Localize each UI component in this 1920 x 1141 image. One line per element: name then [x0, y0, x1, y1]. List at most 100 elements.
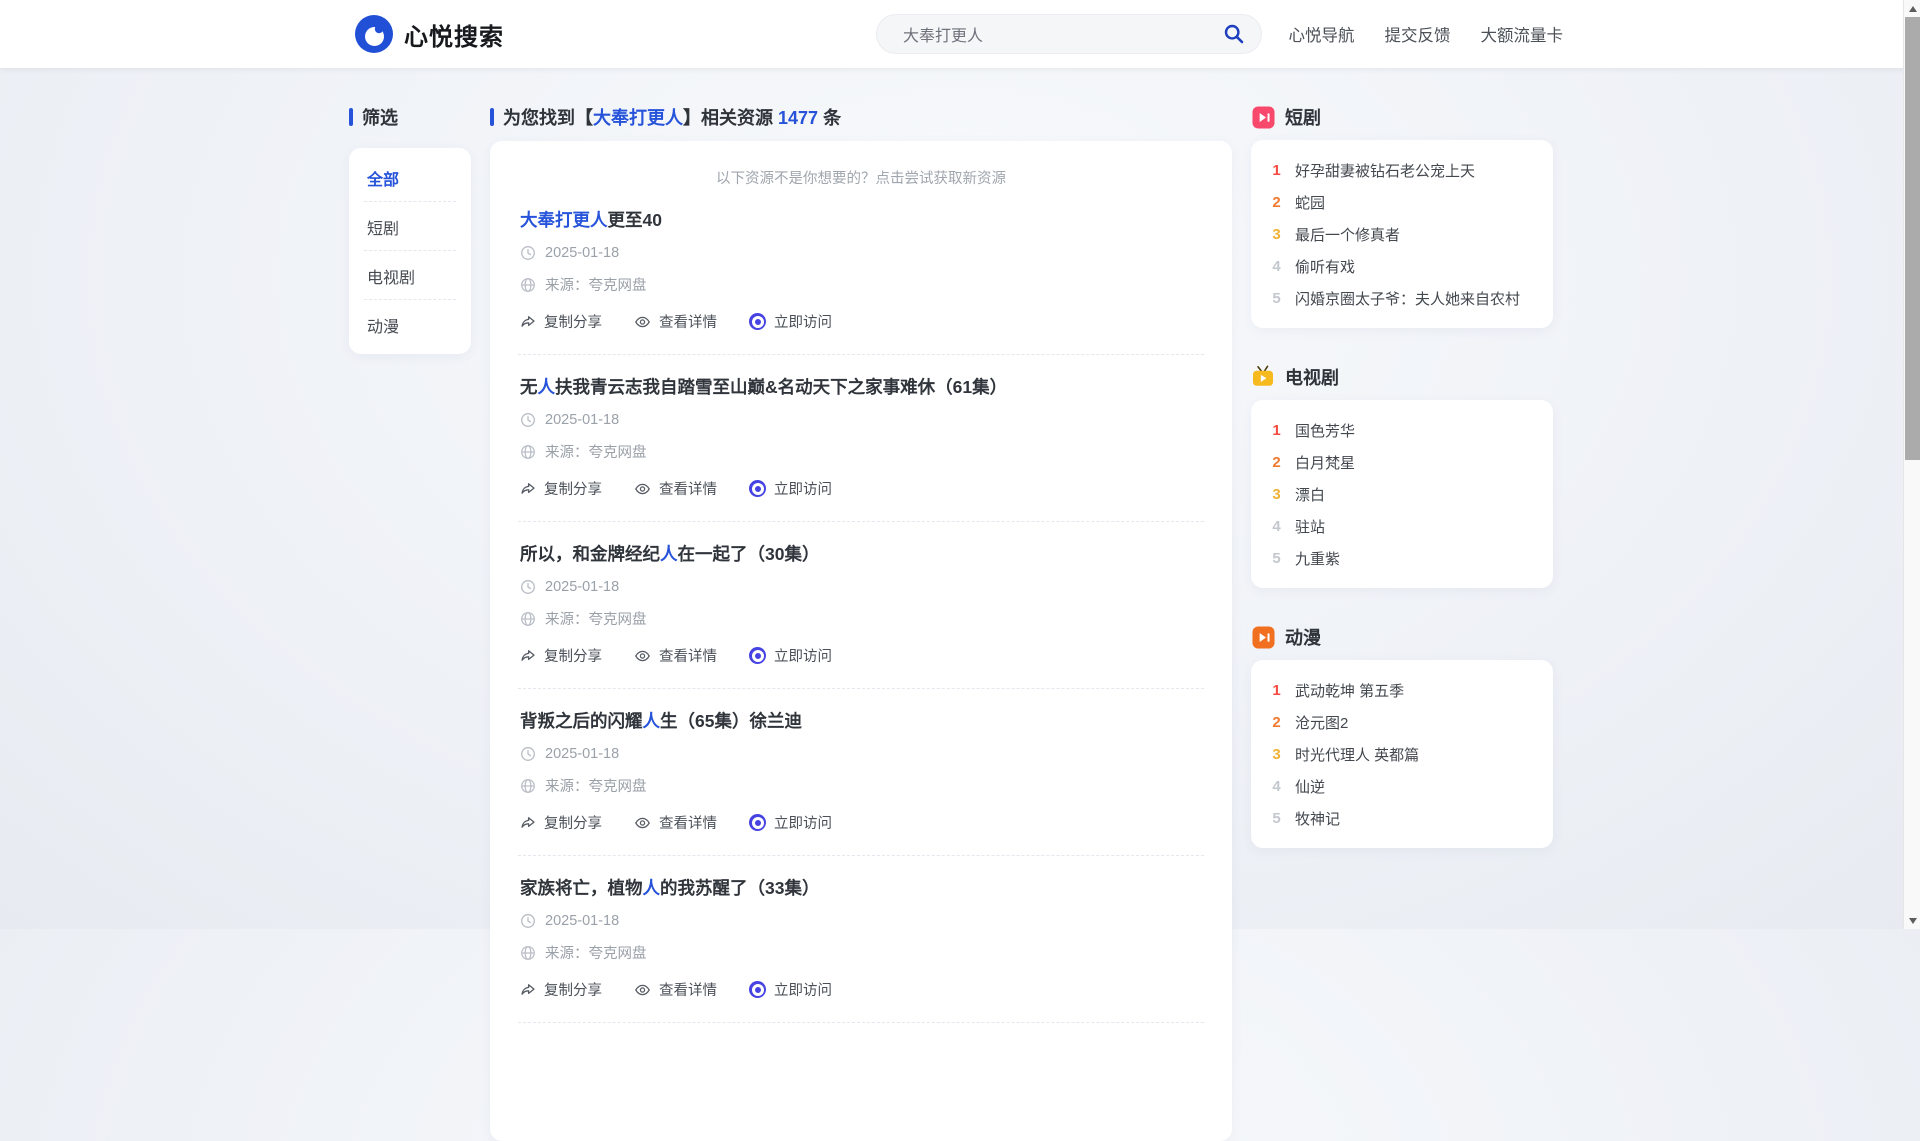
rank-list-item[interactable]: 4 仙逆: [1251, 770, 1553, 802]
copy-share-button[interactable]: 复制分享: [520, 311, 602, 332]
result-date: 2025-01-18: [545, 913, 619, 929]
rank-number: 1: [1271, 682, 1282, 699]
copy-share-button[interactable]: 复制分享: [520, 812, 602, 833]
clock-icon: [520, 913, 536, 929]
result-title[interactable]: 所以，和金牌经纪人在一起了（30集）: [520, 542, 1202, 566]
result-source: 来源：夸克网盘: [545, 942, 647, 963]
result-title[interactable]: 无人扶我青云志我自踏雪至山巅&名动天下之家事难休（61集）: [520, 375, 1202, 399]
result-actions: 复制分享 查看详情 立即访问: [520, 645, 1202, 666]
filter-item-动漫[interactable]: 动漫: [349, 300, 471, 349]
result-item: 大奉打更人更至40 2025-01-18 来源：夸克网盘 复制分享: [518, 192, 1204, 355]
rank-number: 4: [1271, 258, 1282, 275]
filter-item-label: 全部: [367, 166, 399, 190]
result-item: 家族将亡，植物人的我苏醒了（33集） 2025-01-18 来源：夸克网盘 复制…: [518, 856, 1204, 1023]
rank-item-title: 牧神记: [1295, 808, 1340, 829]
results-headline-suffix: 条: [818, 108, 841, 128]
share-icon: [520, 648, 536, 664]
visit-now-button[interactable]: 立即访问: [749, 645, 832, 666]
rank-list-item[interactable]: 1 武动乾坤 第五季: [1251, 674, 1553, 706]
rank-item-title: 白月梵星: [1295, 452, 1355, 473]
view-detail-button[interactable]: 查看详情: [634, 311, 717, 332]
search-input[interactable]: [901, 24, 1219, 44]
rank-list-item[interactable]: 5 牧神记: [1251, 802, 1553, 834]
globe-icon: [520, 778, 536, 794]
rank-list-item[interactable]: 3 漂白: [1251, 478, 1553, 510]
clock-icon: [520, 412, 536, 428]
filter-item-短剧[interactable]: 短剧: [349, 202, 471, 251]
filter-item-label: 短剧: [367, 215, 399, 239]
result-source-row: 来源：夸克网盘: [520, 942, 1202, 963]
result-item: 背叛之后的闪耀人生（65集）徐兰迪 2025-01-18 来源：夸克网盘 复制分…: [518, 689, 1204, 856]
rank-item-title: 好孕甜妻被钻石老公宠上天: [1295, 160, 1475, 181]
copy-share-button[interactable]: 复制分享: [520, 979, 602, 1000]
result-actions: 复制分享 查看详情 立即访问: [520, 812, 1202, 833]
nav-link-navigation[interactable]: 心悦导航: [1289, 22, 1355, 46]
nav-link-data-card[interactable]: 大额流量卡: [1481, 22, 1564, 46]
filter-item-全部[interactable]: 全部: [349, 153, 471, 202]
refresh-notice[interactable]: 以下资源不是你想要的？点击尝试获取新资源: [518, 167, 1204, 188]
copy-share-button[interactable]: 复制分享: [520, 645, 602, 666]
rank-list-item[interactable]: 3 时光代理人 英都篇: [1251, 738, 1553, 770]
rank-list-item[interactable]: 1 国色芳华: [1251, 414, 1553, 446]
rank-list-item[interactable]: 4 偷听有戏: [1251, 250, 1553, 282]
short-drama-play-icon: [1251, 105, 1275, 129]
eye-icon: [634, 648, 651, 664]
filter-item-电视剧[interactable]: 电视剧: [349, 251, 471, 300]
visit-now-button[interactable]: 立即访问: [749, 812, 832, 833]
copy-share-button[interactable]: 复制分享: [520, 478, 602, 499]
result-actions: 复制分享 查看详情 立即访问: [520, 979, 1202, 1000]
visit-icon: [749, 480, 766, 497]
brand-logo[interactable]: 心悦搜索: [355, 14, 504, 54]
visit-now-button[interactable]: 立即访问: [749, 311, 832, 332]
copy-share-label: 复制分享: [544, 311, 602, 332]
rank-list-item[interactable]: 4 驻站: [1251, 510, 1553, 542]
rank-group-header: 短剧: [1251, 104, 1553, 130]
globe-icon: [520, 277, 536, 293]
result-title[interactable]: 背叛之后的闪耀人生（65集）徐兰迪: [520, 709, 1202, 733]
scrollbar-down-arrow-icon[interactable]: [1904, 912, 1920, 929]
visit-now-label: 立即访问: [774, 979, 832, 1000]
results-headline-prefix: 为您找到【: [503, 108, 593, 128]
view-detail-button[interactable]: 查看详情: [634, 812, 717, 833]
rank-number: 3: [1271, 746, 1282, 763]
view-detail-button[interactable]: 查看详情: [634, 478, 717, 499]
result-date-row: 2025-01-18: [520, 245, 1202, 261]
search-button[interactable]: [1219, 19, 1249, 49]
top-nav: 心悦导航 提交反馈 大额流量卡: [1289, 0, 1564, 68]
rank-item-title: 九重紫: [1295, 548, 1340, 569]
nav-link-feedback[interactable]: 提交反馈: [1385, 22, 1451, 46]
rank-group-title: 电视剧: [1285, 364, 1339, 390]
result-title[interactable]: 家族将亡，植物人的我苏醒了（33集）: [520, 876, 1202, 900]
rank-list-item[interactable]: 2 沧元图2: [1251, 706, 1553, 738]
result-item: 无人扶我青云志我自踏雪至山巅&名动天下之家事难休（61集） 2025-01-18…: [518, 355, 1204, 522]
rank-group: 短剧 1 好孕甜妻被钻石老公宠上天 2 蛇园 3 最后一个修真者 4 偷听有戏 …: [1251, 104, 1553, 328]
rank-list-item[interactable]: 3 最后一个修真者: [1251, 218, 1553, 250]
view-detail-button[interactable]: 查看详情: [634, 979, 717, 1000]
visit-now-button[interactable]: 立即访问: [749, 478, 832, 499]
result-source-row: 来源：夸克网盘: [520, 775, 1202, 796]
result-title[interactable]: 大奉打更人更至40: [520, 208, 1202, 232]
result-source-row: 来源：夸克网盘: [520, 441, 1202, 462]
rank-list-item[interactable]: 2 蛇园: [1251, 186, 1553, 218]
scrollbar-up-arrow-icon[interactable]: [1904, 0, 1920, 17]
visit-now-button[interactable]: 立即访问: [749, 979, 832, 1000]
rank-item-title: 时光代理人 英都篇: [1295, 744, 1419, 765]
visit-now-label: 立即访问: [774, 645, 832, 666]
view-detail-button[interactable]: 查看详情: [634, 645, 717, 666]
rank-list-item[interactable]: 2 白月梵星: [1251, 446, 1553, 478]
visit-now-label: 立即访问: [774, 812, 832, 833]
scrollbar-thumb[interactable]: [1905, 17, 1920, 460]
eye-icon: [634, 982, 651, 998]
copy-share-label: 复制分享: [544, 979, 602, 1000]
filter-title: 筛选: [362, 104, 398, 130]
visit-icon: [749, 313, 766, 330]
results-headline-middle: 】相关资源: [683, 108, 778, 128]
filter-sidebar: 筛选 全部 短剧 电视剧 动漫: [349, 104, 471, 354]
result-date-row: 2025-01-18: [520, 913, 1202, 929]
rank-list-item[interactable]: 1 好孕甜妻被钻石老公宠上天: [1251, 154, 1553, 186]
rank-list-item[interactable]: 5 闪婚京圈太子爷：夫人她来自农村: [1251, 282, 1553, 314]
filter-card: 全部 短剧 电视剧 动漫: [349, 148, 471, 354]
rank-card: 1 国色芳华 2 白月梵星 3 漂白 4 驻站 5 九重紫: [1251, 400, 1553, 588]
result-actions: 复制分享 查看详情 立即访问: [520, 311, 1202, 332]
rank-list-item[interactable]: 5 九重紫: [1251, 542, 1553, 574]
